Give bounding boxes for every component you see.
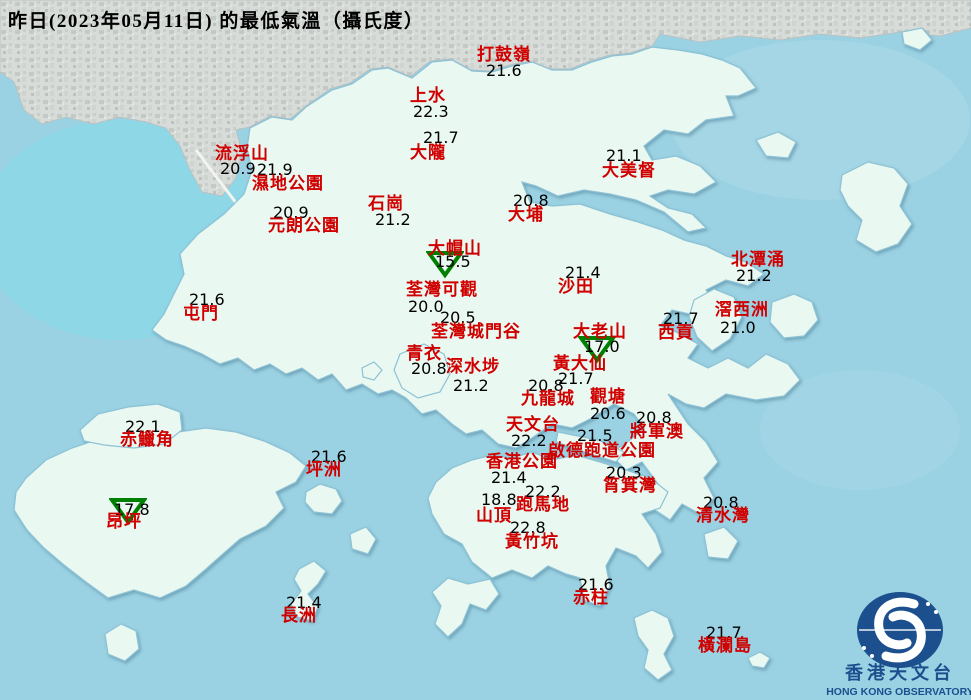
station-name: 大老山 [573,322,627,341]
station-layer: 21.6 打鼓嶺 22.3 上水 21.7 大隴 21.1 大美督 20.9 流浮山 21.9 濕地公… [0,0,971,700]
station-name: 赤鱲角 [120,430,174,449]
station-name: 黃竹坑 [505,532,559,551]
station-name: 荃灣城門谷 [431,322,521,341]
station-value: 20.6 [590,404,626,423]
station-value: 20.0 [408,297,444,316]
station-name: 濕地公園 [252,174,324,193]
station-name: 長洲 [281,606,317,625]
station-name: 九龍城 [521,389,575,408]
station-value: 21.2 [375,210,411,229]
station-name: 北潭涌 [731,250,785,269]
station-name: 青衣 [406,344,442,363]
station-value: 20.8 [411,359,447,378]
station-value: 17.0 [584,337,620,356]
station-name: 沙田 [558,277,594,296]
station-name: 橫瀾島 [698,636,752,655]
station-name: 大埔 [508,205,544,224]
station-name: 山頂 [476,506,512,525]
station-name: 石崗 [368,194,404,213]
station-name: 大隴 [410,143,446,162]
station-value: 21.4 [491,468,527,487]
station-name: 昂坪 [106,512,142,531]
station-value: 21.2 [453,376,489,395]
station-name: 赤柱 [573,588,609,607]
station-value: 20.9 [220,159,256,178]
station-name: 滘西洲 [715,300,769,319]
station-name: 元朗公園 [268,216,340,235]
min-temperature-map: 香港天文台 HONG KONG OBSERVATORY 昨日(2023年05月1… [0,0,971,700]
station-name: 大帽山 [428,239,482,258]
station-name: 筲箕灣 [603,476,657,495]
page-title: 昨日(2023年05月11日) 的最低氣溫（攝氏度） [8,11,425,32]
station-value: 21.0 [720,318,756,337]
station-name: 西貢 [658,323,694,342]
station-name: 觀塘 [590,387,626,406]
station-name: 打鼓嶺 [477,45,531,64]
station-name: 將軍澳 [630,422,684,441]
station-name: 清水灣 [696,506,750,525]
station-name: 荃灣可觀 [406,280,478,299]
station-name: 坪洲 [306,460,342,479]
station-name: 跑馬地 [516,495,570,514]
station-value: 22.2 [511,431,547,450]
station-value: 21.2 [736,266,772,285]
station-value: 21.6 [486,61,522,80]
station-name: 上水 [410,86,446,105]
station-name: 天文台 [506,415,560,434]
station-name: 大美督 [602,161,656,180]
station-name: 屯門 [183,304,219,323]
station-name: 黃大仙 [553,354,607,373]
station-name: 香港公園 [486,452,558,471]
station-name: 啟德跑道公園 [548,441,656,460]
station-value: 22.3 [413,102,449,121]
station-name: 深水埗 [446,357,500,376]
